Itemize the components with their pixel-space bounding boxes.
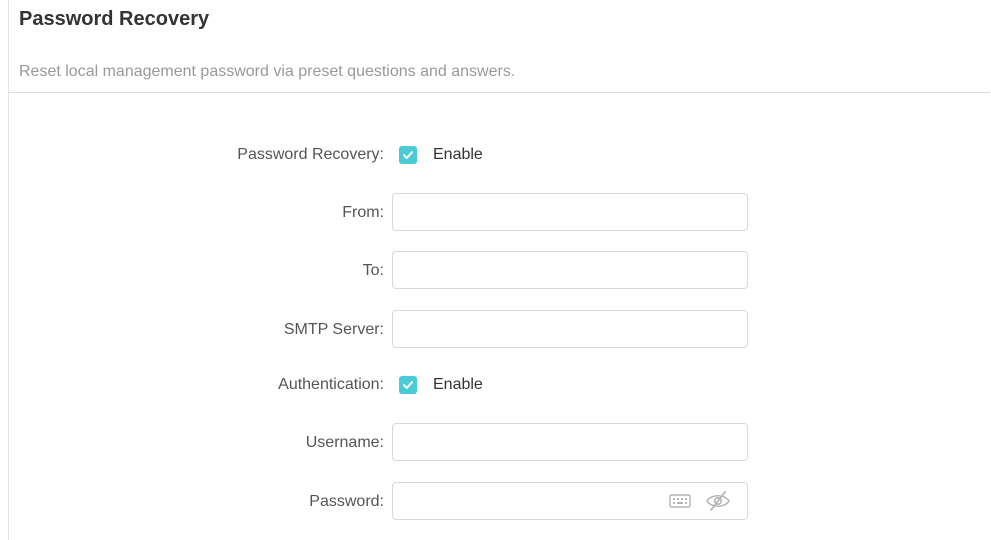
authentication-enable-checkbox[interactable]: Enable xyxy=(399,376,483,394)
smtp-server-row: SMTP Server: xyxy=(9,310,991,350)
smtp-server-input[interactable] xyxy=(392,310,748,348)
password-recovery-enable-label: Enable xyxy=(433,146,483,163)
to-label: To: xyxy=(362,262,384,279)
section-title: Password Recovery xyxy=(19,8,210,30)
from-input[interactable] xyxy=(392,193,748,231)
to-input[interactable] xyxy=(392,251,748,289)
password-row: Password: xyxy=(9,482,991,522)
username-label: Username: xyxy=(305,434,384,451)
password-recovery-panel: Password Recovery Reset local management… xyxy=(8,0,991,540)
keyboard-icon[interactable] xyxy=(669,493,691,509)
smtp-server-label: SMTP Server: xyxy=(283,321,384,338)
password-recovery-label: Password Recovery: xyxy=(237,146,384,163)
to-row: To: xyxy=(9,251,991,291)
eye-slash-icon[interactable] xyxy=(705,491,731,511)
from-label: From: xyxy=(342,204,384,221)
checkbox-checked-icon[interactable] xyxy=(399,146,417,164)
section-description: Reset local management password via pres… xyxy=(19,63,516,80)
password-icons xyxy=(669,482,731,520)
password-label: Password: xyxy=(309,493,384,510)
password-recovery-enable-checkbox[interactable]: Enable xyxy=(399,146,483,164)
authentication-row: Authentication: Enable xyxy=(9,365,991,405)
authentication-enable-label: Enable xyxy=(433,376,483,393)
checkbox-checked-icon[interactable] xyxy=(399,376,417,394)
password-recovery-row: Password Recovery: Enable xyxy=(9,135,991,175)
username-input[interactable] xyxy=(392,423,748,461)
section-divider xyxy=(9,92,990,93)
authentication-label: Authentication: xyxy=(278,376,384,393)
username-row: Username: xyxy=(9,423,991,463)
from-row: From: xyxy=(9,193,991,233)
